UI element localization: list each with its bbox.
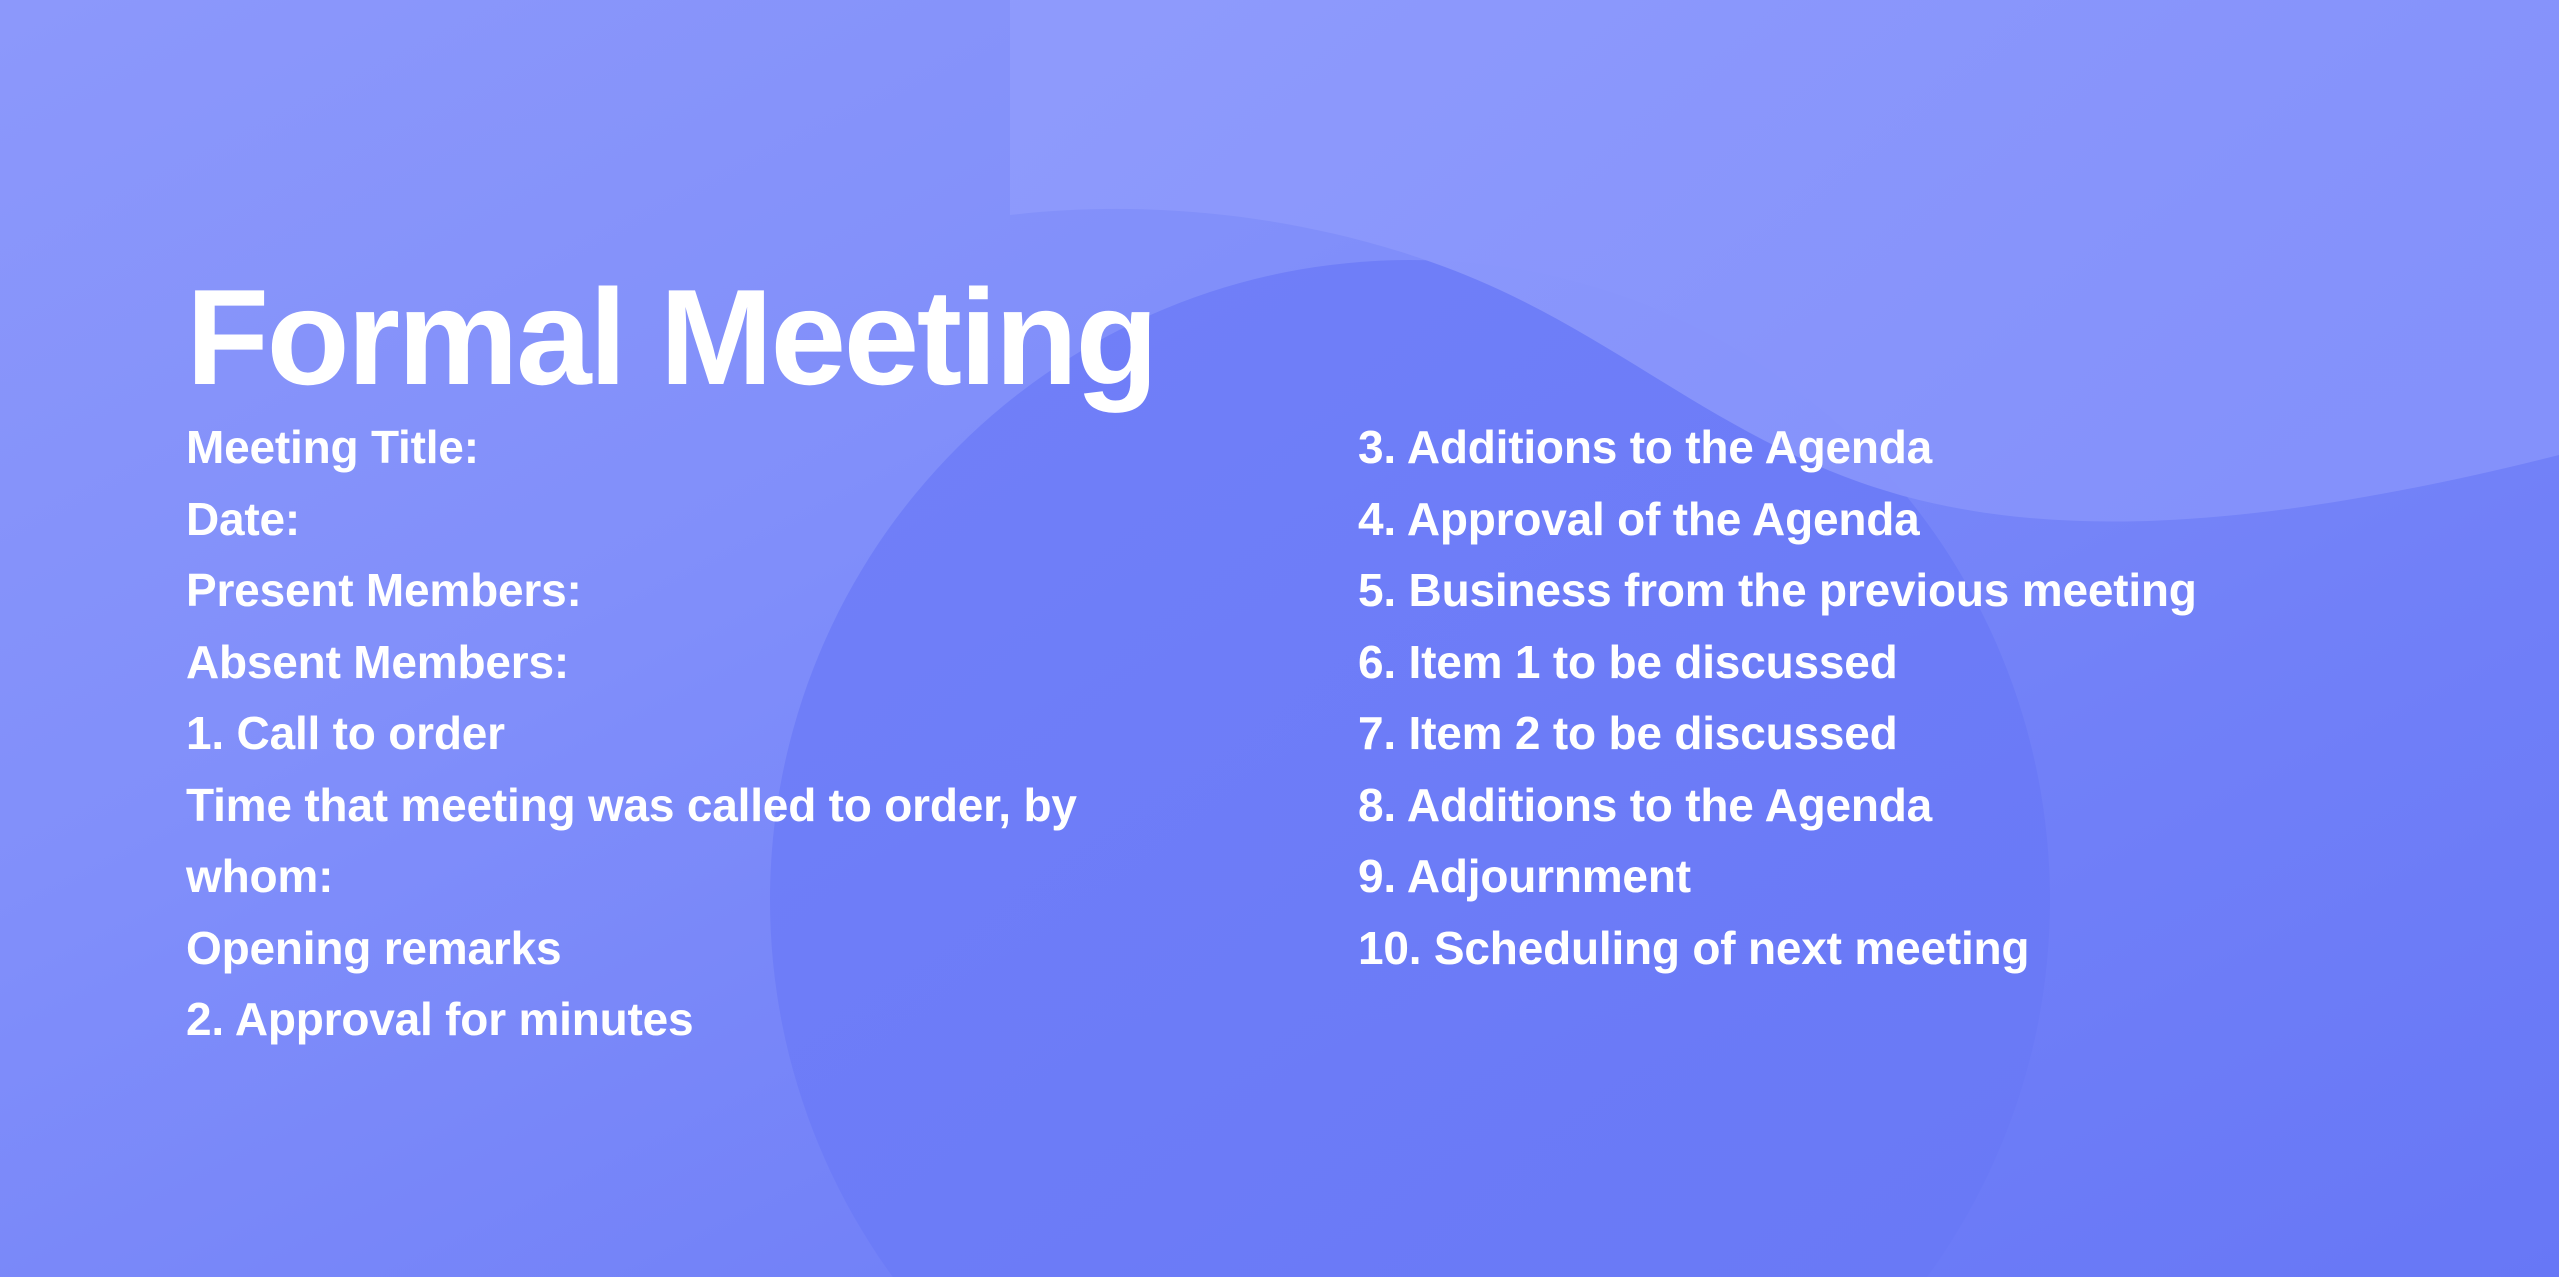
slide-canvas: Formal Meeting Meeting Title: Date: Pres… (0, 0, 2559, 1277)
list-item: 8. Additions to the Agenda (1358, 778, 1933, 831)
agenda-items-column: 3. Additions to the Agenda 4. Approval o… (1358, 412, 2418, 984)
list-item: 2. Approval for minutes (186, 993, 694, 1045)
list-item: Date: (186, 492, 301, 545)
list-item: 1. Call to order (186, 707, 505, 759)
list-item: Time that meeting was called to order, b… (186, 778, 1077, 903)
list-item: 5. Business from the previous meeting (1358, 564, 2197, 616)
list-item: Meeting Title: (186, 421, 479, 473)
list-item: Present Members: (186, 564, 582, 616)
list-item: Opening remarks (186, 921, 562, 974)
list-item: 10. Scheduling of next meeting (1358, 921, 2030, 974)
meeting-details-column: Meeting Title: Date: Present Members: Ab… (186, 412, 1186, 1056)
page-title: Formal Meeting (186, 261, 1159, 414)
slide-content: Formal Meeting Meeting Title: Date: Pres… (0, 0, 2559, 1277)
list-item: 4. Approval of the Agenda (1358, 492, 1920, 545)
list-item: 3. Additions to the Agenda (1358, 421, 1933, 473)
list-item: 9. Adjournment (1358, 850, 1691, 902)
list-item: 7. Item 2 to be discussed (1358, 707, 1898, 759)
list-item: Absent Members: (186, 635, 569, 688)
list-item: 6. Item 1 to be discussed (1358, 635, 1898, 688)
